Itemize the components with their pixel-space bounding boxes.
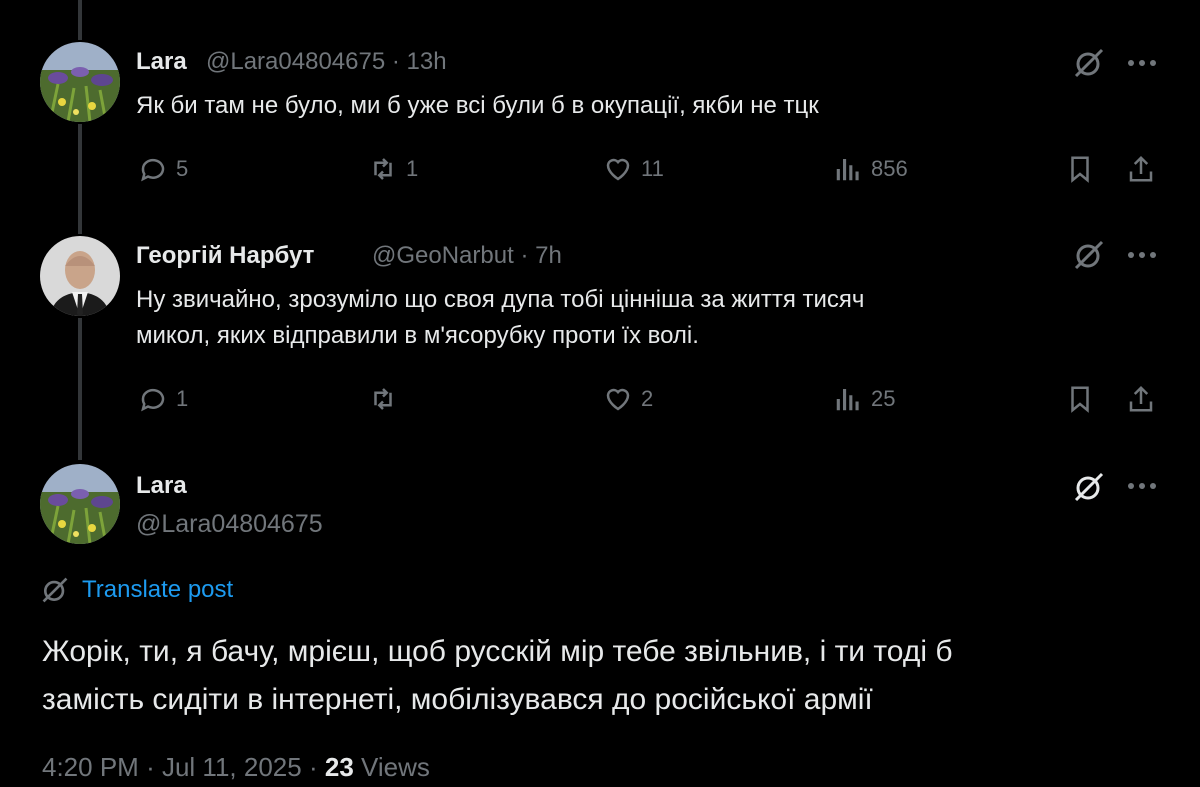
translate-icon xyxy=(42,577,68,603)
more-icon[interactable] xyxy=(1125,476,1159,496)
post-text-line: Жорік, ти, я бачу, мрієш, щоб русскій мі… xyxy=(42,635,953,668)
post-time[interactable]: 7h xyxy=(535,242,562,269)
author-name[interactable]: Lara xyxy=(136,48,187,76)
views-button[interactable]: 856 xyxy=(833,154,908,184)
avatar[interactable] xyxy=(40,236,120,316)
thread-line-2 xyxy=(78,318,82,460)
like-count: 2 xyxy=(641,386,654,411)
views-count: 25 xyxy=(871,386,896,411)
grok-icon[interactable] xyxy=(1072,470,1106,504)
author-handle[interactable]: @Lara04804675 xyxy=(136,510,323,539)
repost-icon xyxy=(374,158,392,180)
avatar[interactable] xyxy=(40,42,120,122)
share-icon xyxy=(1129,385,1153,412)
author-name[interactable]: Георгій Нарбут xyxy=(136,242,314,270)
share-icon xyxy=(1129,155,1153,182)
like-count: 11 xyxy=(641,156,664,181)
share-button[interactable] xyxy=(1126,154,1156,184)
post-text-line: микол, яких відправили в м'ясорубку прот… xyxy=(136,322,699,349)
thread-line-1 xyxy=(78,124,82,234)
post-text: Ну звичайно, зрозуміло що своя дупа тобі… xyxy=(136,282,1086,354)
like-button[interactable]: 2 xyxy=(603,384,653,414)
views-icon xyxy=(836,159,859,181)
reply-count: 5 xyxy=(176,156,189,181)
author-meta: @Lara04804675 · 13h xyxy=(206,48,447,76)
separator: · xyxy=(146,752,155,782)
thread-line-top xyxy=(78,0,82,40)
post-text: Як би там не було, ми б уже всі були б в… xyxy=(136,92,819,119)
author-handle[interactable]: @Lara04804675 xyxy=(206,48,385,75)
bookmark-icon xyxy=(1071,156,1089,183)
repost-button[interactable] xyxy=(368,384,406,414)
repost-count: 1 xyxy=(406,156,419,181)
author-name[interactable]: Lara xyxy=(136,472,187,500)
bookmark-icon xyxy=(1071,386,1089,413)
post-time[interactable]: 4:20 PM xyxy=(42,752,139,782)
separator: · xyxy=(391,48,400,75)
author-handle[interactable]: @GeoNarbut xyxy=(372,242,514,269)
post-text-line: замість сидіти в інтернеті, мобілізувавс… xyxy=(42,683,873,716)
translate-post-link[interactable]: Translate post xyxy=(40,575,233,605)
separator: · xyxy=(308,752,318,782)
grok-icon[interactable] xyxy=(1072,238,1106,272)
reply-icon xyxy=(141,388,165,412)
post-footer: 4:20 PM · Jul 11, 2025 · 23 Views xyxy=(42,752,430,783)
translate-label: Translate post xyxy=(82,576,234,603)
avatar[interactable] xyxy=(40,464,120,544)
author-meta: @GeoNarbut · 7h xyxy=(372,242,562,270)
repost-button[interactable]: 1 xyxy=(368,154,418,184)
more-icon[interactable] xyxy=(1125,245,1159,265)
reply-button[interactable]: 1 xyxy=(138,384,188,414)
reply-icon xyxy=(141,158,165,182)
share-button[interactable] xyxy=(1126,384,1156,414)
like-icon xyxy=(606,158,630,181)
like-icon xyxy=(606,388,630,411)
main-post-text: Жорік, ти, я бачу, мрієш, щоб русскій мі… xyxy=(42,628,1142,724)
post-text-line: Ну звичайно, зрозуміло що своя дупа тобі… xyxy=(136,286,865,313)
views-icon xyxy=(836,389,859,411)
bookmark-button[interactable] xyxy=(1065,384,1095,414)
views-label: Views xyxy=(361,752,430,782)
reply-count: 1 xyxy=(176,386,189,411)
views-button[interactable]: 25 xyxy=(833,384,895,414)
post-time[interactable]: 13h xyxy=(407,48,447,75)
post-date[interactable]: Jul 11, 2025 xyxy=(162,752,302,782)
reply-button[interactable]: 5 xyxy=(138,154,188,184)
separator: · xyxy=(520,242,529,269)
views-count: 856 xyxy=(871,156,908,181)
views-count: 23 xyxy=(324,752,354,782)
like-button[interactable]: 11 xyxy=(603,154,664,184)
grok-icon[interactable] xyxy=(1072,46,1106,80)
more-icon[interactable] xyxy=(1125,53,1159,73)
bookmark-button[interactable] xyxy=(1065,154,1095,184)
repost-icon xyxy=(374,388,392,410)
